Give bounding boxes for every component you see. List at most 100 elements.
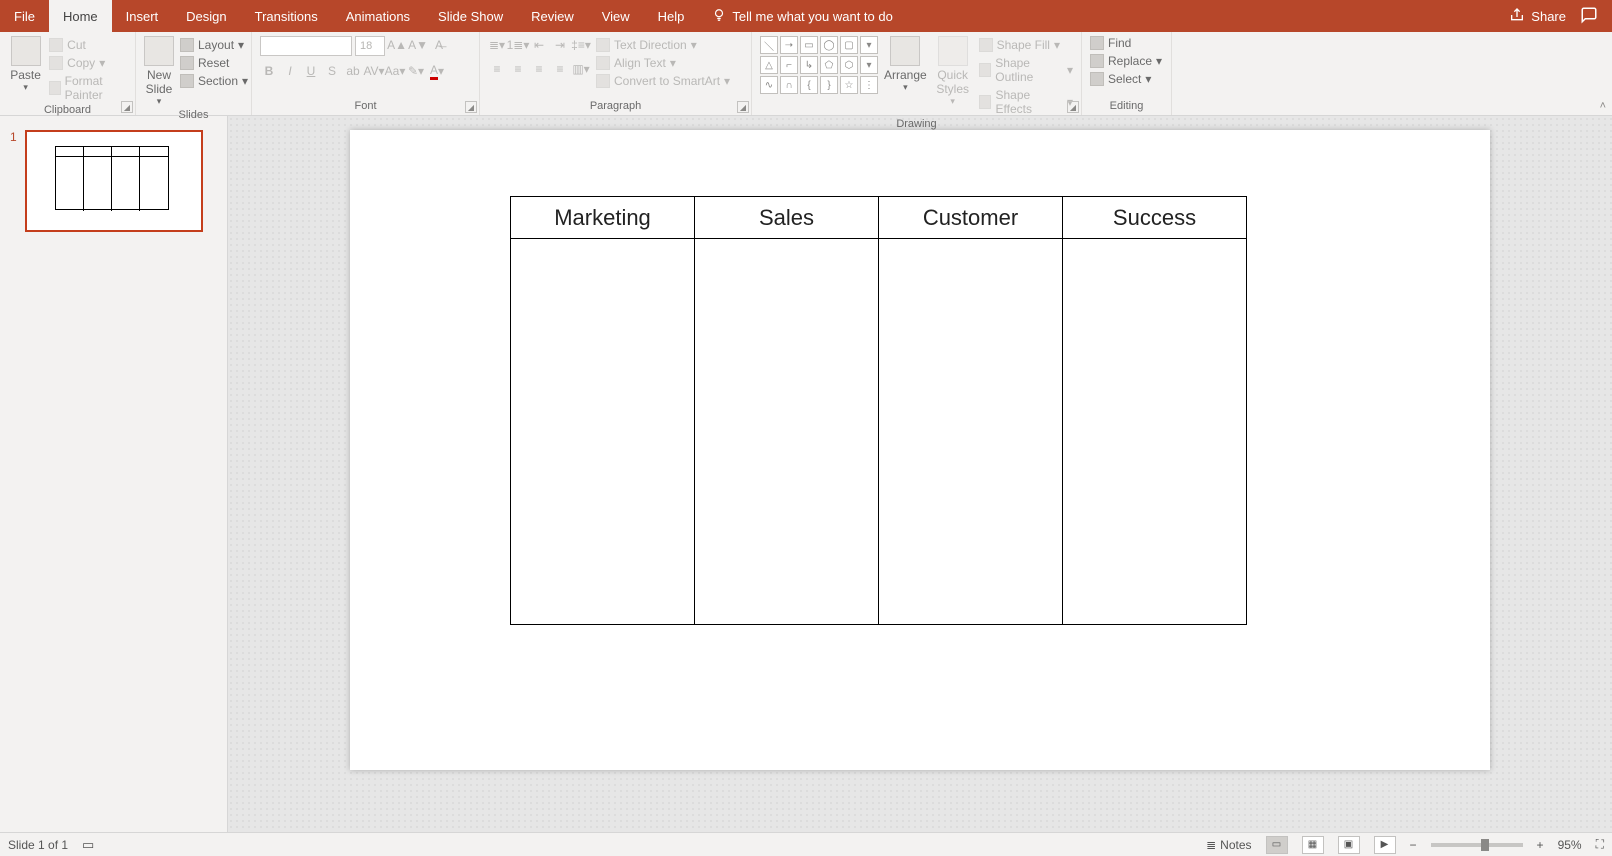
shape-roundrect-icon[interactable]: ▢ [840, 36, 858, 54]
clipboard-launcher[interactable]: ◢ [121, 101, 133, 113]
shape-line-icon[interactable]: ＼ [760, 36, 778, 54]
shape-pentagon-icon[interactable]: ⬠ [820, 56, 838, 74]
table-header-3[interactable]: Customer [879, 197, 1063, 239]
justify-button[interactable]: ≡ [551, 60, 569, 78]
shape-rect-icon[interactable]: ▭ [800, 36, 818, 54]
tab-slide-show[interactable]: Slide Show [424, 0, 517, 32]
zoom-slider[interactable] [1431, 843, 1523, 847]
shape-elbow-icon[interactable]: ⌐ [780, 56, 798, 74]
zoom-level[interactable]: 95% [1558, 838, 1582, 852]
tab-animations[interactable]: Animations [332, 0, 424, 32]
change-case-button[interactable]: Aa▾ [386, 62, 404, 80]
shape-star-icon[interactable]: ☆ [840, 76, 858, 94]
shadow-button[interactable]: ab [344, 62, 362, 80]
decrease-indent-button[interactable]: ⇤ [530, 36, 548, 54]
drawing-launcher[interactable]: ◢ [1067, 101, 1079, 113]
collapse-ribbon-icon[interactable]: ˄ [1600, 100, 1606, 112]
shape-hex-icon[interactable]: ⬡ [840, 56, 858, 74]
replace-button[interactable]: Replace ▾ [1090, 54, 1162, 68]
slideshow-view-button[interactable]: ▶ [1374, 836, 1396, 854]
increase-font-icon[interactable]: A▲ [388, 36, 406, 54]
cut-button[interactable]: Cut [49, 38, 127, 52]
shape-brace1-icon[interactable]: { [800, 76, 818, 94]
highlight-button[interactable]: ✎▾ [407, 62, 425, 80]
shape-curve-icon[interactable]: ∿ [760, 76, 778, 94]
table-header-2[interactable]: Sales [695, 197, 879, 239]
align-right-button[interactable]: ≡ [530, 60, 548, 78]
zoom-in-button[interactable]: + [1537, 838, 1544, 852]
format-painter-button[interactable]: Format Painter [49, 74, 127, 102]
numbering-button[interactable]: 1≣▾ [509, 36, 527, 54]
shape-triangle-icon[interactable]: △ [760, 56, 778, 74]
layout-button[interactable]: Layout ▾ [180, 38, 248, 52]
find-button[interactable]: Find [1090, 36, 1131, 50]
share-button[interactable]: Share [1509, 7, 1566, 26]
columns-button[interactable]: ▥▾ [572, 60, 590, 78]
strike-button[interactable]: S [323, 62, 341, 80]
clear-format-icon[interactable]: A̶ [430, 36, 448, 54]
sorter-view-button[interactable]: ▦ [1302, 836, 1324, 854]
font-name-box[interactable] [260, 36, 352, 56]
slide-table[interactable]: Marketing Sales Customer Success [510, 196, 1247, 625]
char-spacing-button[interactable]: AV▾ [365, 62, 383, 80]
comments-icon[interactable] [1580, 6, 1598, 27]
shape-effects-button[interactable]: Shape Effects ▾ [979, 88, 1073, 116]
table-header-1[interactable]: Marketing [511, 197, 695, 239]
shape-more-row1[interactable]: ▾ [860, 36, 878, 54]
slide[interactable]: Marketing Sales Customer Success [350, 130, 1490, 770]
paragraph-launcher[interactable]: ◢ [737, 101, 749, 113]
tab-design[interactable]: Design [172, 0, 240, 32]
section-button[interactable]: Section ▾ [180, 74, 248, 88]
tell-me[interactable]: Tell me what you want to do [698, 0, 892, 32]
shape-brace2-icon[interactable]: } [820, 76, 838, 94]
quick-styles-button[interactable]: Quick Styles ▾ [933, 36, 973, 107]
shape-arrow-icon[interactable]: ➝ [780, 36, 798, 54]
shapes-gallery[interactable]: ＼ ➝ ▭ ◯ ▢ ▾ △ ⌐ ↳ ⬠ ⬡ ▾ ∿ ∩ { } ☆ ⋮ [760, 36, 878, 94]
tab-file[interactable]: File [0, 0, 49, 32]
tab-insert[interactable]: Insert [112, 0, 173, 32]
shape-more-row2[interactable]: ▾ [860, 56, 878, 74]
font-color-button[interactable]: A▾ [428, 62, 446, 80]
shape-expand-icon[interactable]: ⋮ [860, 76, 878, 94]
align-text-button[interactable]: Align Text ▾ [596, 56, 730, 70]
tab-transitions[interactable]: Transitions [241, 0, 332, 32]
shape-oval-icon[interactable]: ◯ [820, 36, 838, 54]
table-cell-2[interactable] [695, 239, 879, 625]
shape-fill-button[interactable]: Shape Fill ▾ [979, 38, 1073, 52]
slide-canvas-area[interactable]: Marketing Sales Customer Success [228, 116, 1612, 832]
font-size-box[interactable] [355, 36, 385, 56]
tab-view[interactable]: View [588, 0, 644, 32]
shape-arrow2-icon[interactable]: ↳ [800, 56, 818, 74]
shape-free-icon[interactable]: ∩ [780, 76, 798, 94]
table-cell-1[interactable] [511, 239, 695, 625]
arrange-button[interactable]: Arrange ▾ [884, 36, 927, 93]
copy-button[interactable]: Copy ▾ [49, 56, 127, 70]
line-spacing-button[interactable]: ‡≡▾ [572, 36, 590, 54]
fit-slide-button[interactable]: ⛶ [1596, 837, 1604, 852]
slide-thumbnail-1[interactable] [25, 130, 203, 232]
reset-button[interactable]: Reset [180, 56, 248, 70]
tab-review[interactable]: Review [517, 0, 588, 32]
table-cell-3[interactable] [879, 239, 1063, 625]
align-left-button[interactable]: ≡ [488, 60, 506, 78]
reading-view-button[interactable]: ▣ [1338, 836, 1360, 854]
zoom-out-button[interactable]: − [1410, 838, 1417, 852]
align-center-button[interactable]: ≡ [509, 60, 527, 78]
text-direction-button[interactable]: Text Direction ▾ [596, 38, 730, 52]
bold-button[interactable]: B [260, 62, 278, 80]
increase-indent-button[interactable]: ⇥ [551, 36, 569, 54]
shape-outline-button[interactable]: Shape Outline ▾ [979, 56, 1073, 84]
bullets-button[interactable]: ≣▾ [488, 36, 506, 54]
italic-button[interactable]: I [281, 62, 299, 80]
notes-button[interactable]: ≣Notes [1206, 838, 1251, 852]
new-slide-button[interactable]: New Slide ▾ [144, 36, 174, 107]
convert-smartart-button[interactable]: Convert to SmartArt ▾ [596, 74, 730, 88]
underline-button[interactable]: U [302, 62, 320, 80]
select-button[interactable]: Select ▾ [1090, 72, 1151, 86]
tab-home[interactable]: Home [49, 0, 112, 32]
decrease-font-icon[interactable]: A▼ [409, 36, 427, 54]
paste-button[interactable]: Paste ▾ [8, 36, 43, 93]
table-header-4[interactable]: Success [1063, 197, 1247, 239]
font-launcher[interactable]: ◢ [465, 101, 477, 113]
tab-help[interactable]: Help [644, 0, 699, 32]
